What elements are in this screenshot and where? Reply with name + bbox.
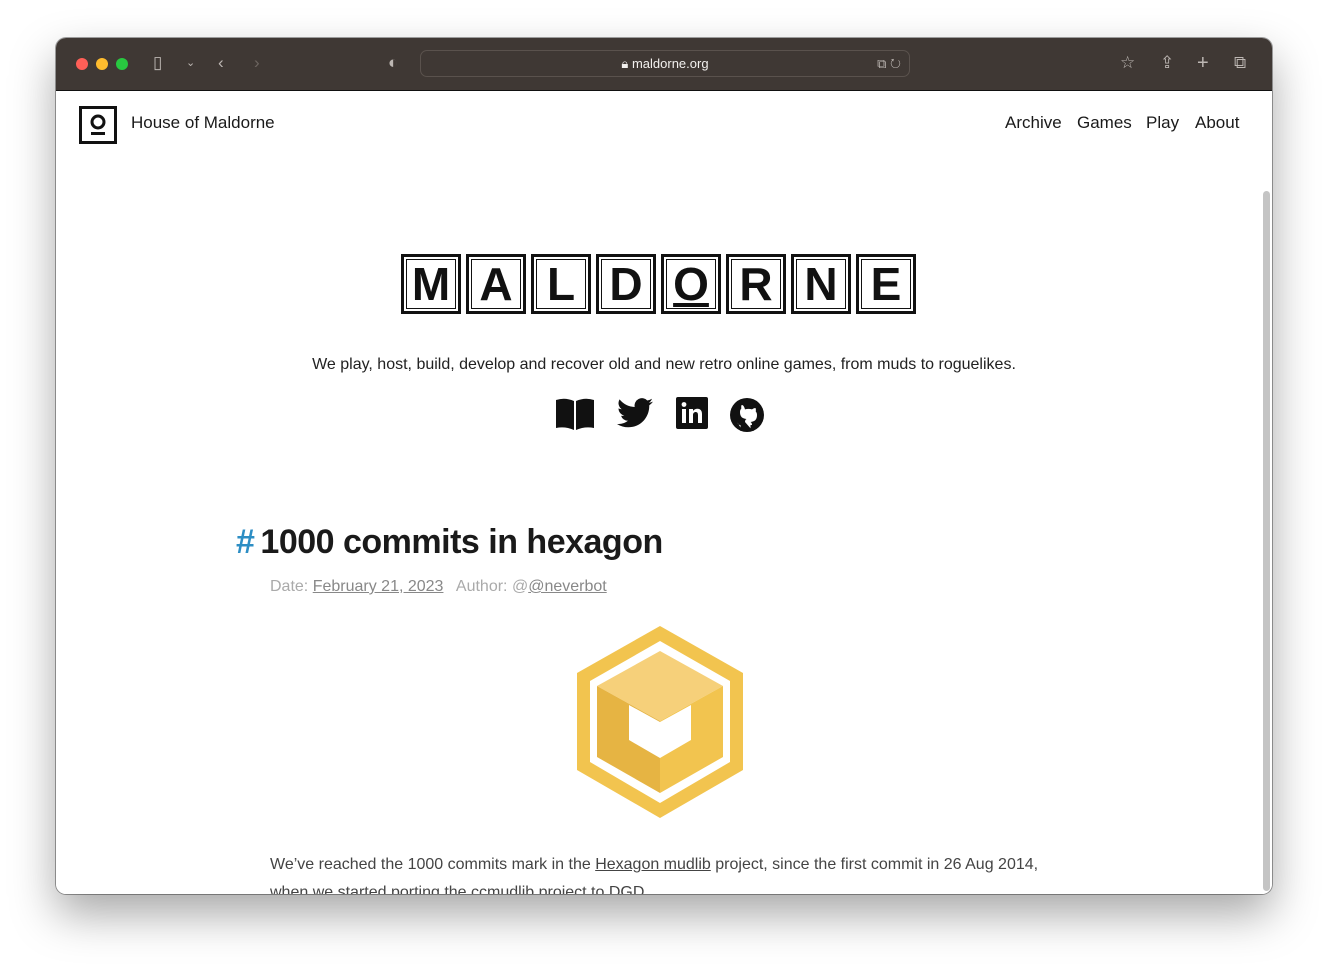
tabs-overview-icon[interactable]: ⧉ [1234, 53, 1246, 73]
zoom-button[interactable] [116, 58, 128, 70]
browser-window: ▯ ⌄ ‹ › ◐ 🔒︎ maldorne.org ⧉ ↻ ☆ ⇪ + ⧉ Ho… [56, 38, 1272, 894]
web-page: House of Maldorne Archive Games Play Abo… [56, 91, 1272, 894]
url-text: maldorne.org [631, 56, 709, 71]
close-button[interactable] [76, 58, 88, 70]
minimize-button[interactable] [96, 58, 108, 70]
back-icon[interactable]: ‹ [218, 53, 224, 73]
bookmark-star-icon[interactable]: ☆ [1120, 53, 1135, 73]
translate-reload-icon[interactable]: ⧉ ↻ [877, 51, 901, 76]
forward-icon[interactable]: › [254, 53, 260, 73]
chevron-down-icon[interactable]: ⌄ [186, 53, 195, 73]
share-icon[interactable]: ⇪ [1160, 53, 1174, 73]
body-text: project, since the first commit in 26 Au… [710, 856, 1039, 873]
sidebar-icon[interactable]: ▯ [153, 53, 162, 73]
lock-icon: 🔒︎ [621, 56, 629, 71]
address-bar[interactable]: 🔒︎ maldorne.org ⧉ ↻ [420, 50, 910, 77]
privacy-shield-icon[interactable]: ◐ [388, 53, 398, 73]
scrollbar[interactable] [1263, 191, 1270, 891]
post-body: We’ve reached the 1000 commits mark in t… [270, 851, 1070, 894]
body-text: We’ve reached the 1000 commits mark in t… [270, 856, 596, 873]
browser-toolbar: ▯ ⌄ ‹ › ◐ 🔒︎ maldorne.org ⧉ ↻ ☆ ⇪ + ⧉ [56, 38, 1272, 91]
new-tab-icon[interactable]: + [1197, 53, 1209, 73]
hexagon-mudlib-link[interactable]: Hexagon mudlib [595, 856, 711, 873]
hexagon-logo-image [577, 626, 743, 818]
body-text: when we started porting the ccmudlib pro… [270, 884, 649, 894]
